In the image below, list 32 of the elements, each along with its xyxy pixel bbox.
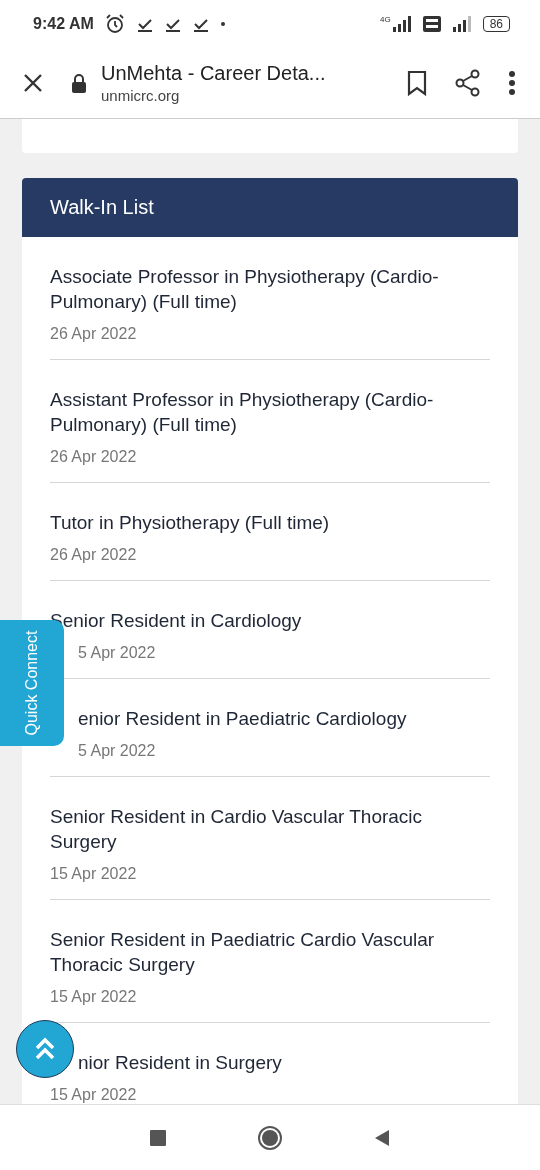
job-title: Senior Resident in Paediatric Cardio Vascular Thoracic Surgery	[50, 928, 436, 977]
more-menu-icon[interactable]	[508, 70, 516, 96]
battery-level: 86	[482, 16, 510, 32]
job-date: 15 Apr 2022	[50, 864, 138, 884]
job-date: 15 Apr 2022	[50, 987, 138, 1007]
job-title: Assistant Professor in Physiotherapy (Cardio-Pulmonary) (Full time)	[50, 388, 435, 437]
dot-icon	[219, 21, 226, 27]
card-heading: Walk-In List	[50, 196, 154, 219]
job-title: Tutor in Physiotherapy (Full time)	[50, 511, 331, 535]
double-chevron-up-icon	[33, 1036, 57, 1062]
job-date: 15 Apr 2022	[50, 1085, 138, 1105]
job-date: 26 Apr 2022	[50, 447, 138, 467]
job-title: Senior Resident in Cardio Vascular Thoracic Surgery	[50, 805, 424, 854]
share-icon[interactable]	[454, 69, 482, 97]
job-date: 5 Apr 2022	[77, 741, 157, 761]
recents-icon[interactable]	[149, 1128, 167, 1147]
signal-icon	[390, 16, 413, 32]
page-url: unmicrc.org	[101, 87, 181, 104]
lock-icon	[71, 73, 87, 93]
job-date: 5 Apr 2022	[77, 643, 157, 663]
job-title: enior Resident in Paediatric Cardiology	[77, 707, 408, 731]
job-date: 26 Apr 2022	[50, 324, 138, 344]
signal-icon	[450, 16, 473, 32]
job-title: nior Resident in Surgery	[77, 1051, 283, 1075]
bookmark-icon[interactable]	[406, 70, 428, 96]
job-date: 26 Apr 2022	[50, 545, 138, 565]
job-title: Associate Professor in Physiotherapy (Cardio-Pulmonary) (Full time)	[50, 265, 440, 314]
home-icon[interactable]	[257, 1124, 283, 1151]
status-time: 9:42 AM	[33, 15, 94, 33]
page-title: UnMehta - Career Deta...	[101, 62, 327, 85]
network-type: 4G	[379, 15, 391, 24]
back-icon[interactable]	[373, 1128, 391, 1147]
